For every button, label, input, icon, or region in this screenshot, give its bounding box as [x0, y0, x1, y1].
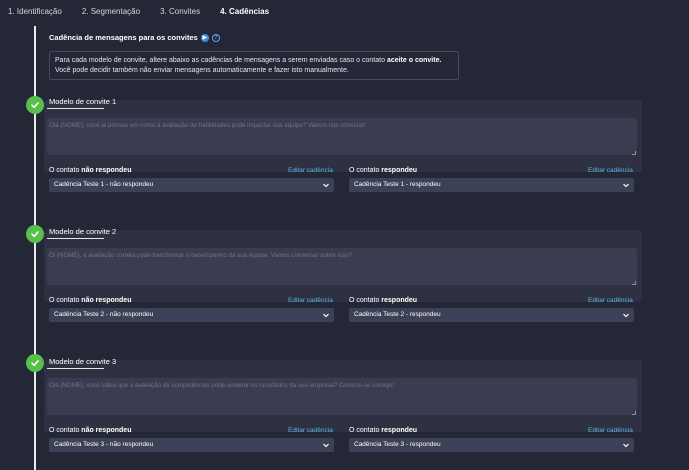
reply-prefix: O contato — [349, 167, 382, 174]
reply-prefix: O contato — [349, 427, 382, 434]
title-underline — [47, 368, 104, 369]
play-icon[interactable]: ▶ — [200, 33, 209, 42]
select-value: Cadência Teste 2 - não respondeu — [54, 311, 154, 318]
reply-label: O contato respondeu — [349, 167, 417, 174]
chevron-down-icon — [323, 183, 329, 188]
edit-cadence-link[interactable]: Editar cadência — [588, 167, 633, 174]
info-text-bold: aceite o convite. — [386, 57, 442, 64]
chevron-down-icon — [323, 313, 329, 318]
select-value: Cadência Teste 1 - não respondeu — [54, 181, 154, 188]
invite-card-1: Modelo de convite 1 Olá {NOME}, você já … — [44, 97, 642, 192]
no-reply-bold: não respondeu — [81, 167, 132, 174]
reply-label: O contato respondeu — [349, 297, 417, 304]
resize-handle-icon[interactable] — [632, 151, 636, 155]
card-title: Modelo de convite 1 — [49, 97, 117, 106]
resize-handle-icon[interactable] — [632, 411, 636, 415]
step-cadencias[interactable]: 4. Cadências — [220, 7, 269, 16]
section-title: Cadência de mensagens para os convites ▶… — [49, 33, 220, 42]
message-textarea[interactable]: Oi {NOME}, a avaliação correta pode tran… — [47, 248, 637, 285]
info-text-1: Para cada modelo de convite, altere abai… — [55, 57, 387, 64]
select-value: Cadência Teste 2 - respondeu — [354, 311, 441, 318]
step-identificacao[interactable]: 1. Identificação — [8, 7, 62, 16]
step-convites[interactable]: 3. Convites — [160, 7, 200, 16]
message-textarea[interactable]: Olá {NOME}, você já pensou em como a ava… — [47, 118, 637, 155]
edit-cadence-link[interactable]: Editar cadência — [288, 297, 333, 304]
no-reply-select[interactable]: Cadência Teste 1 - não respondeu — [49, 178, 334, 192]
edit-cadence-link[interactable]: Editar cadência — [288, 427, 333, 434]
no-reply-label: O contato não respondeu — [49, 427, 131, 434]
no-reply-prefix: O contato — [49, 427, 82, 434]
edit-cadence-link[interactable]: Editar cadência — [588, 297, 633, 304]
section-title-text: Cadência de mensagens para os convites — [49, 33, 198, 42]
reply-prefix: O contato — [349, 297, 382, 304]
no-reply-label: O contato não respondeu — [49, 167, 131, 174]
reply-bold: respondeu — [381, 297, 418, 304]
step-segmentacao[interactable]: 2. Segmentação — [82, 7, 140, 16]
select-value: Cadência Teste 1 - respondeu — [354, 181, 441, 188]
chevron-down-icon — [623, 313, 629, 318]
wizard-steps: 1. Identificação 2. Segmentação 3. Convi… — [0, 0, 689, 22]
card-title: Modelo de convite 3 — [49, 357, 117, 366]
reply-bold: respondeu — [381, 427, 418, 434]
card-title: Modelo de convite 2 — [49, 227, 117, 236]
no-reply-bold: não respondeu — [81, 297, 132, 304]
chevron-down-icon — [623, 443, 629, 448]
reply-select[interactable]: Cadência Teste 1 - respondeu — [349, 178, 634, 192]
info-text-2: Você pode decidir também não enviar mens… — [55, 67, 349, 74]
reply-label: O contato respondeu — [349, 427, 417, 434]
reply-bold: respondeu — [381, 167, 418, 174]
info-box: Para cada modelo de convite, altere abai… — [49, 51, 459, 80]
select-value: Cadência Teste 3 - respondeu — [354, 441, 441, 448]
check-icon — [26, 96, 44, 114]
check-icon — [26, 354, 44, 372]
no-reply-prefix: O contato — [49, 167, 82, 174]
title-underline — [47, 238, 104, 239]
reply-select[interactable]: Cadência Teste 2 - respondeu — [349, 308, 634, 322]
resize-handle-icon[interactable] — [632, 281, 636, 285]
chevron-down-icon — [323, 443, 329, 448]
chevron-down-icon — [623, 183, 629, 188]
message-textarea[interactable]: Olá {NOME}, você sabia que a avaliação d… — [47, 378, 637, 415]
no-reply-bold: não respondeu — [81, 427, 132, 434]
select-value: Cadência Teste 3 - não respondeu — [54, 441, 154, 448]
invite-card-2: Modelo de convite 2 Oi {NOME}, a avaliaç… — [44, 227, 642, 322]
check-icon — [26, 225, 44, 243]
no-reply-label: O contato não respondeu — [49, 297, 131, 304]
no-reply-select[interactable]: Cadência Teste 2 - não respondeu — [49, 308, 334, 322]
help-icon[interactable]: ? — [211, 33, 220, 42]
reply-select[interactable]: Cadência Teste 3 - respondeu — [349, 438, 634, 452]
edit-cadence-link[interactable]: Editar cadência — [588, 427, 633, 434]
timeline-line — [34, 26, 36, 470]
no-reply-select[interactable]: Cadência Teste 3 - não respondeu — [49, 438, 334, 452]
title-underline — [47, 108, 104, 109]
invite-card-3: Modelo de convite 3 Olá {NOME}, você sab… — [44, 357, 642, 452]
no-reply-prefix: O contato — [49, 297, 82, 304]
edit-cadence-link[interactable]: Editar cadência — [288, 167, 333, 174]
